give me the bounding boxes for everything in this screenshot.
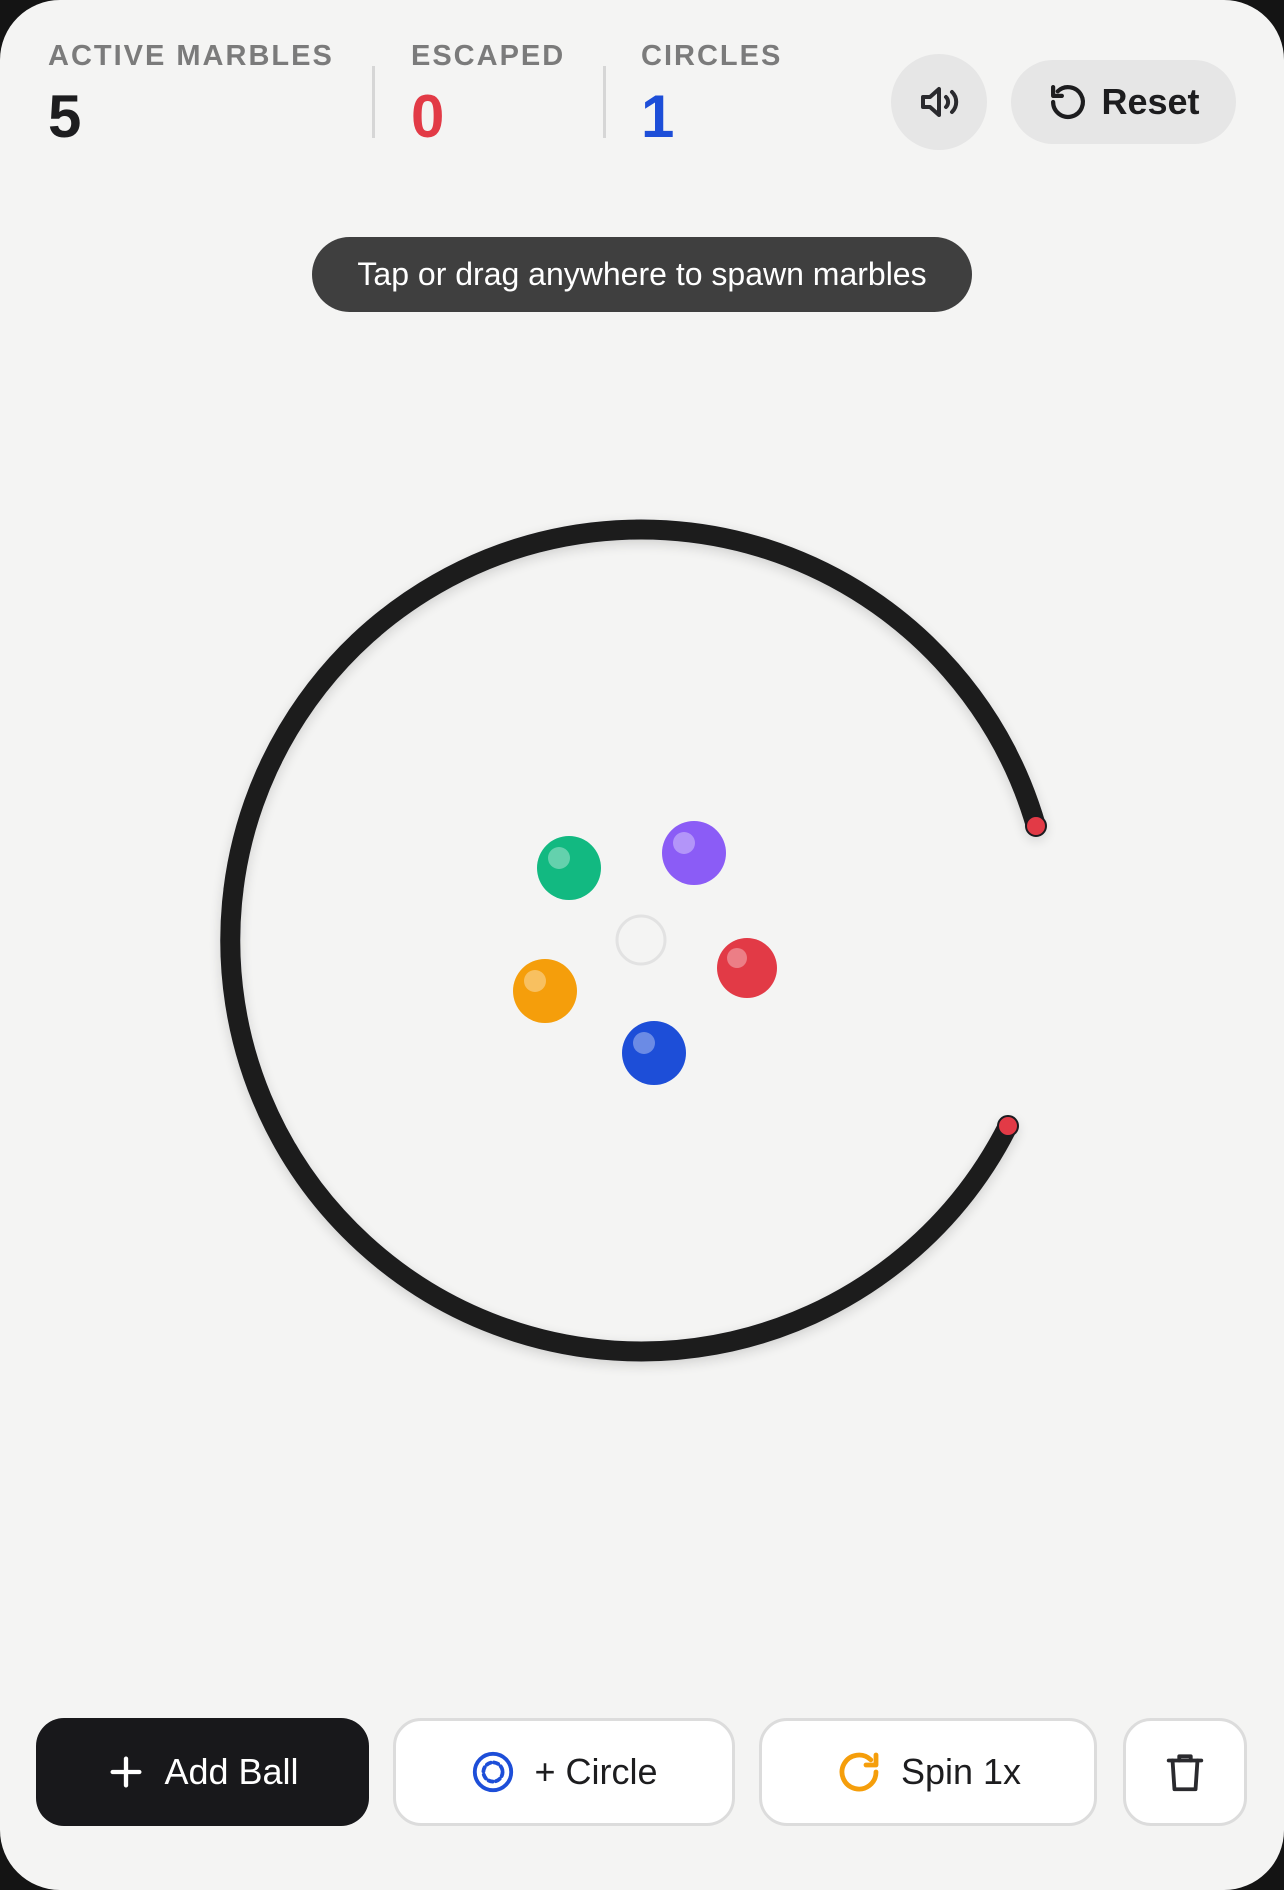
marble-red: [717, 938, 777, 998]
marble-blue: [622, 1021, 686, 1085]
rotate-cw-icon: [839, 1752, 879, 1792]
spawn-center: [615, 914, 667, 966]
marble-orange: [513, 959, 577, 1023]
circle-ring: [220, 519, 1046, 1362]
spin-button[interactable]: Spin 1x: [759, 1718, 1097, 1826]
marble-green: [537, 836, 601, 900]
gap-marker: [1025, 815, 1047, 837]
stat-label: ESCAPED: [411, 40, 566, 72]
sound-toggle-button[interactable]: [891, 54, 987, 150]
stat-divider: [372, 66, 375, 138]
add-circle-button[interactable]: + Circle: [393, 1718, 735, 1826]
marble-app: ACTIVE MARBLES 5 ESCAPED 0 CIRCLES 1 Res…: [0, 0, 1284, 1890]
stat-escaped: ESCAPED 0: [411, 40, 565, 147]
add-ball-label: Add Ball: [164, 1751, 299, 1792]
stat-label: ACTIVE MARBLES: [48, 40, 334, 72]
stat-active-marbles: ACTIVE MARBLES 5: [48, 40, 334, 147]
gap-marker: [997, 1115, 1019, 1137]
reset-button[interactable]: Reset: [1011, 60, 1236, 144]
speaker-icon: [921, 87, 959, 117]
stat-label: CIRCLES: [641, 40, 783, 72]
clear-button[interactable]: [1123, 1718, 1247, 1826]
add-ball-button[interactable]: Add Ball: [36, 1718, 369, 1826]
spawn-hint: Tap or drag anywhere to spawn marbles: [312, 237, 972, 312]
stat-divider: [603, 66, 606, 138]
rotate-ccw-icon: [1051, 85, 1086, 119]
add-circle-label: + Circle: [534, 1751, 658, 1792]
stat-circles: CIRCLES 1: [641, 40, 782, 147]
marble-purple: [662, 821, 726, 885]
spin-label: Spin 1x: [900, 1751, 1022, 1792]
circle-target-icon: [473, 1751, 514, 1793]
stat-value: 5: [48, 83, 82, 150]
plus-icon: [110, 1756, 142, 1788]
stat-value: 1: [641, 83, 675, 150]
trash-icon: [1166, 1754, 1204, 1792]
stat-value: 0: [411, 83, 445, 150]
reset-label: Reset: [1101, 81, 1200, 122]
